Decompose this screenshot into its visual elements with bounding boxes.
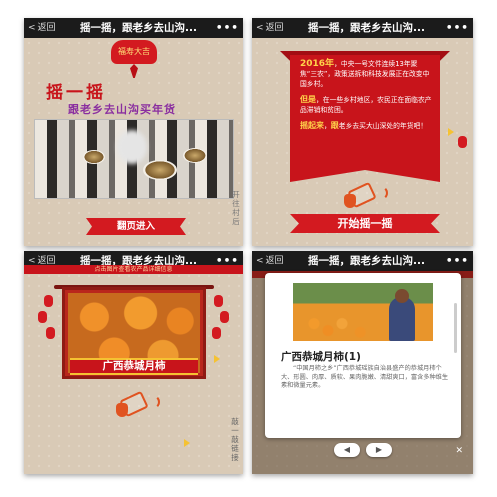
story-paragraph-1: 2016年，中央一号文件连续13年聚焦“三农”，政策送拆和科技发展正在改变中国乡… — [300, 59, 432, 89]
food-plate — [183, 148, 207, 163]
story-card: 2016年，中央一号文件连续13年聚焦“三农”，政策送拆和科技发展正在改变中国乡… — [290, 55, 440, 170]
prev-button[interactable]: ◀ — [334, 443, 360, 457]
highlight-3b: 跟 — [330, 121, 339, 130]
vibration-icon — [374, 186, 388, 200]
page-title: 摇一摇，跟老乡去山沟... — [80, 22, 197, 34]
more-menu-button[interactable]: ••• — [216, 18, 239, 38]
wechat-top-bar: < 返回 摇一摇，跟老乡去山沟... ••• — [252, 251, 473, 271]
blurred-face — [117, 130, 147, 164]
wechat-top-bar: < 返回 摇一摇，跟老乡去山沟... ••• — [24, 18, 243, 38]
card-bottom-notch — [290, 170, 440, 182]
firecracker-icon — [220, 311, 229, 323]
gold-triangle-icon — [184, 439, 190, 447]
next-button[interactable]: ▶ — [366, 443, 392, 457]
page-title: 摇一摇，跟老乡去山沟... — [308, 22, 425, 34]
back-label: 返回 — [265, 256, 284, 266]
farmer-photo — [293, 283, 433, 341]
screen-product: < 返回 摇一摇，跟老乡去山沟... ••• 点击图片查看农产品详细信息 广西恭城… — [24, 251, 243, 474]
back-label: 返回 — [37, 23, 56, 33]
detail-title: 广西恭城月柿(1) — [281, 351, 361, 363]
firecracker-icon — [214, 295, 223, 307]
farmer-head — [395, 289, 409, 303]
hint-banner: 点击图片查看农产品详细信息 — [24, 265, 243, 274]
firecracker-icon — [44, 295, 53, 307]
subheadline: 跟老乡去山沟买年货 — [68, 103, 176, 116]
vibration-icon — [146, 395, 160, 409]
product-detail-card: 广西恭城月柿(1) “中国月柿之乡”广西恭城瑶族自治县盛产的恭城月柿个大、形圆、… — [265, 273, 461, 438]
story-paragraph-3: 摇起来，跟老乡去买大山深处的年货吧！ — [300, 121, 432, 131]
highlight-2: 但是 — [300, 95, 316, 104]
chevron-left-icon: < — [28, 23, 36, 33]
highlight-3: 摇起来 — [300, 121, 324, 130]
year-highlight: 2016年 — [300, 59, 335, 69]
screen-story: < 返回 摇一摇，跟老乡去山沟... ••• 2016年，中央一号文件连续13年聚… — [252, 18, 473, 246]
back-label: 返回 — [265, 23, 284, 33]
side-vertical-text: 开往村后 — [232, 190, 240, 226]
start-shake-button[interactable]: 开始摇一摇 — [290, 214, 440, 233]
gold-triangle-icon — [448, 128, 454, 136]
lantern-icon — [458, 136, 467, 148]
screen-intro: < 返回 摇一摇，跟老乡去山沟... ••• 福寿大吉 摇一摇 跟老乡去山沟买年货… — [24, 18, 243, 246]
separator-3: ， — [324, 122, 331, 130]
back-button[interactable]: < 返回 — [256, 251, 284, 271]
chevron-left-icon: < — [256, 23, 264, 33]
hand-icon — [116, 403, 128, 417]
close-icon[interactable]: ✕ — [455, 446, 463, 456]
story-text-3: 老乡去买大山深处的年货吧！ — [338, 122, 428, 130]
back-button[interactable]: < 返回 — [256, 18, 284, 38]
page-title: 摇一摇，跟老乡去山沟... — [308, 255, 425, 267]
food-plate — [143, 160, 177, 180]
firecracker-icon — [212, 327, 221, 339]
product-label: 广西恭城月柿 — [70, 358, 198, 375]
firecracker-icon — [38, 311, 47, 323]
more-menu-button[interactable]: ••• — [446, 18, 469, 38]
hand-icon — [344, 194, 356, 208]
chevron-left-icon: < — [256, 256, 264, 266]
market-photo — [34, 119, 234, 199]
enter-button[interactable]: 翻页进入 — [86, 218, 186, 235]
story-text-2: ，在一些乡村地区，农民正在面临农产品滞销和贫困。 — [300, 96, 432, 114]
wechat-top-bar: < 返回 摇一摇，跟老乡去山沟... ••• — [252, 18, 473, 38]
knot-decoration — [130, 64, 138, 78]
gold-triangle-icon — [214, 355, 220, 363]
screen-detail: < 返回 摇一摇，跟老乡去山沟... ••• 广西恭城月柿(1) “中国月柿之乡”… — [252, 251, 473, 474]
more-menu-button[interactable]: ••• — [446, 251, 469, 271]
blessing-medallion: 福寿大吉 — [111, 40, 157, 64]
back-button[interactable]: < 返回 — [28, 18, 56, 38]
food-plate — [83, 150, 105, 164]
firecracker-icon — [46, 327, 55, 339]
scrollbar[interactable] — [454, 303, 457, 353]
farmer-figure — [389, 297, 415, 341]
side-vertical-text[interactable]: 敲一敲链接 — [230, 417, 240, 462]
story-paragraph-2: 但是，在一些乡村地区，农民正在面临农产品滞销和贫困。 — [300, 95, 432, 115]
detail-description: “中国月柿之乡”广西恭城瑶族自治县盛产的恭城月柿个大、形圆、肉厚、质软、果肉脆嫩… — [281, 365, 449, 389]
headline: 摇一摇 — [46, 83, 106, 103]
